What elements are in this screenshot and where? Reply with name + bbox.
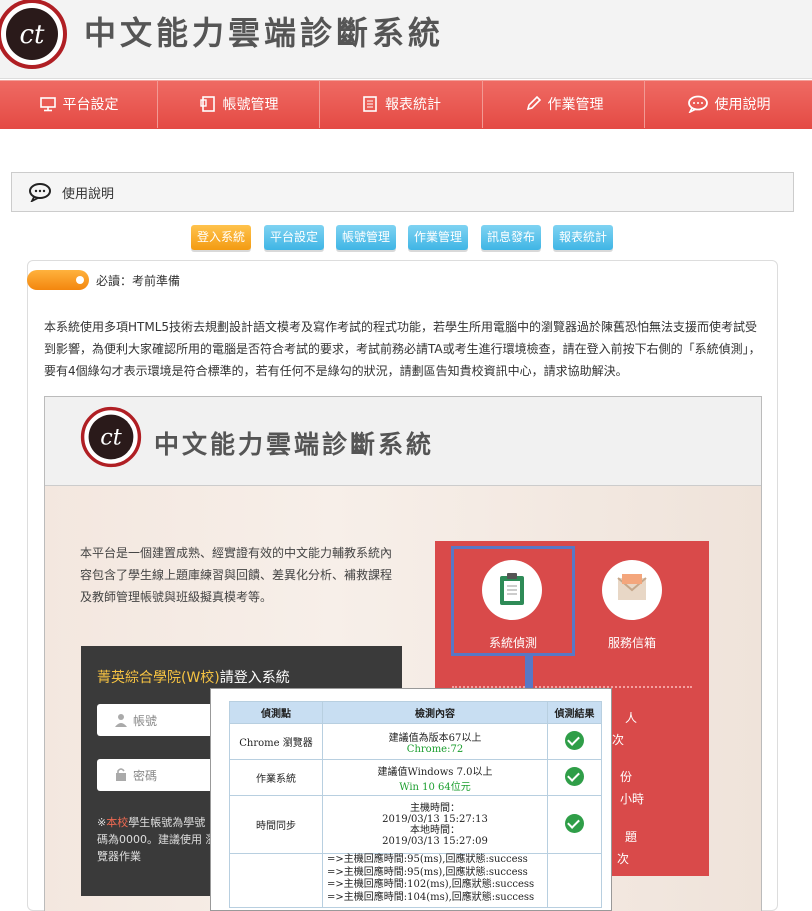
check-detail: 2019/03/13 15:27:13 <box>382 813 488 825</box>
check-ok-icon <box>565 813 584 833</box>
svg-text:ct: ct <box>100 425 123 451</box>
stat-unit: 次 <box>612 733 625 747</box>
nav-item-reports[interactable]: 報表統計 <box>320 80 483 128</box>
check-requirement: 建議值Windows 7.0以上 <box>377 766 493 778</box>
logo-icon: ct <box>80 406 142 468</box>
empty-cell <box>229 853 323 908</box>
nav-item-help[interactable]: 使用說明 <box>645 80 812 128</box>
pencil-icon <box>526 95 541 111</box>
document-icon <box>199 96 215 112</box>
chat-icon <box>687 95 708 113</box>
response-log: =>主機回應時間:95(ms),回應狀態:success =>主機回應時間:95… <box>322 853 548 908</box>
check-content: 建議值Windows 7.0以上 Win 10 64位元 <box>322 759 548 796</box>
mailbox-icon <box>617 574 647 600</box>
nav-label: 帳號管理 <box>222 97 279 113</box>
table-row: 時間同步 主機時間： 2019/03/13 15:27:13 本地時間： 2019/0… <box>229 795 602 854</box>
svg-text:ct: ct <box>19 20 45 50</box>
stat-unit: 次 <box>617 852 630 866</box>
check-content: 主機時間： 2019/03/13 15:27:13 本地時間： 2019/03/13 … <box>322 795 548 854</box>
check-point: Chrome 瀏覽器 <box>229 723 323 760</box>
table-header: 檢測內容 <box>322 701 548 724</box>
logo-icon: ct <box>0 0 67 69</box>
table-header: 偵測點 <box>229 701 323 724</box>
account-placeholder: 帳號 <box>133 714 158 728</box>
breadcrumb <box>11 172 794 212</box>
check-requirement: 本地時間： <box>410 824 460 836</box>
pill-dot <box>76 276 84 284</box>
site-title: 中文能力雲端診斷系統 <box>84 14 445 52</box>
note-prefix: ※ <box>97 816 107 829</box>
tab-platform-settings[interactable]: 平台設定 <box>264 225 324 250</box>
check-detail: 2019/03/13 15:27:09 <box>382 835 488 847</box>
table-row: Chrome 瀏覽器 建議值為版本67以上 Chrome:72 <box>229 723 602 760</box>
login-title-suffix: 請登入系統 <box>219 670 290 686</box>
check-content: 建議值為版本67以上 Chrome:72 <box>322 723 548 760</box>
log-line: =>主機回應時間:95(ms),回應狀態:success <box>327 854 528 865</box>
school-name: 菁英綜合學院(W校) <box>97 670 220 686</box>
password-placeholder: 密碼 <box>133 769 158 783</box>
stat-unit: 份 <box>620 770 633 784</box>
nav-item-assignment-management[interactable]: 作業管理 <box>483 80 645 128</box>
check-result <box>547 723 602 760</box>
notice-paragraph: 本系統使用多項HTML5技術去規劃設計語文模考及寫作考試的程式功能，若學生所用電… <box>44 320 761 378</box>
service-mailbox-label: 服務信箱 <box>608 636 657 650</box>
log-line: =>主機回應時間:104(ms),回應狀態:success <box>327 891 535 903</box>
empty-cell <box>547 853 602 908</box>
nav-item-account-management[interactable]: 帳號管理 <box>158 80 320 128</box>
login-note: ※本校學生帳號為學號 碼為0000。建議使用 瀏覽器作業 <box>97 814 217 865</box>
stat-unit: 題 <box>625 830 638 844</box>
service-mailbox-button[interactable] <box>602 560 662 620</box>
screenshot-title: 中文能力雲端診斷系統 <box>154 430 435 459</box>
login-title: 菁英綜合學院(W校)請登入系統 <box>97 667 290 687</box>
nav-label: 使用說明 <box>714 97 771 113</box>
notice-label: 必讀：考前準備 <box>96 274 181 288</box>
check-ok-icon <box>565 766 584 786</box>
tab-login[interactable]: 登入系統 <box>191 225 251 250</box>
check-point: 時間同步 <box>229 795 323 854</box>
check-detail: Win 10 64位元 <box>399 781 471 793</box>
nav-label: 平台設定 <box>62 97 119 113</box>
nav-label: 報表統計 <box>385 97 441 113</box>
check-ok-icon <box>565 730 584 750</box>
check-point: 作業系統 <box>229 759 323 796</box>
table-header: 偵測結果 <box>547 701 602 724</box>
user-icon <box>115 714 127 727</box>
detection-table: 偵測點 檢測內容 偵測結果 Chrome 瀏覽器 建議值為版本67以上 Chrom… <box>229 701 602 908</box>
tab-reports[interactable]: 報表統計 <box>553 225 613 250</box>
log-line: =>主機回應時間:95(ms),回應狀態:success <box>327 866 528 878</box>
lock-icon <box>116 768 126 781</box>
intro-text: 本平台是一個建置成熟、經實證有效的中文能力輔教系統內容包含了學生線上題庫練習與回… <box>80 546 393 604</box>
check-requirement: 主機時間： <box>410 802 460 814</box>
page-title: 使用說明 <box>62 187 115 202</box>
table-row: 作業系統 建議值Windows 7.0以上 Win 10 64位元 <box>229 759 602 796</box>
stat-unit: 人 <box>625 711 638 725</box>
table-row: =>主機回應時間:95(ms),回應狀態:success =>主機回應時間:95… <box>229 853 602 908</box>
tab-announcements[interactable]: 訊息發布 <box>481 225 541 250</box>
list-icon <box>363 96 377 112</box>
monitor-icon <box>39 97 56 112</box>
check-detail: Chrome:72 <box>406 743 464 755</box>
check-result <box>547 759 602 796</box>
check-requirement: 建議值為版本67以上 <box>388 732 482 744</box>
tab-assignment-management[interactable]: 作業管理 <box>408 225 468 250</box>
log-line: =>主機回應時間:102(ms),回應狀態:success <box>327 879 535 890</box>
nav-label: 作業管理 <box>547 97 604 113</box>
tab-account-management[interactable]: 帳號管理 <box>336 225 396 250</box>
nav-item-platform-settings[interactable]: 平台設定 <box>0 80 158 128</box>
stat-unit: 小時 <box>620 792 645 806</box>
highlight-box <box>451 546 575 656</box>
check-result <box>547 795 602 854</box>
note-red: 本校 <box>106 816 129 829</box>
chat-icon <box>29 183 51 202</box>
